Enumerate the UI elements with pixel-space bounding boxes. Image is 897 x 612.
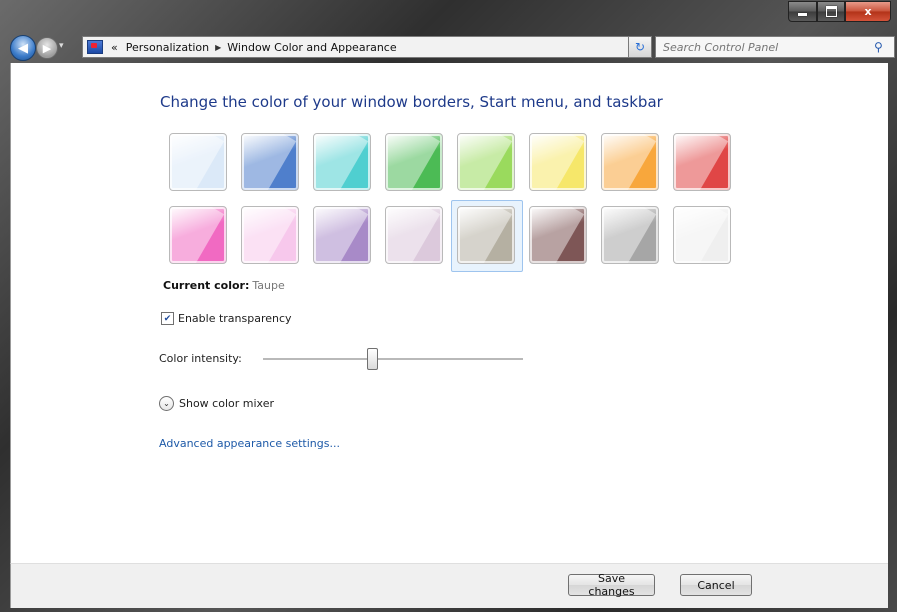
color-swatch[interactable] — [673, 206, 745, 278]
swatch-color[interactable] — [385, 133, 443, 191]
show-color-mixer-toggle[interactable]: ⌄ Show color mixer — [159, 396, 274, 411]
maximize-button[interactable] — [817, 1, 845, 22]
navigation-bar: ◀ ▶ ▾ « Personalization ▶ Window Color a… — [0, 32, 897, 62]
intensity-label: Color intensity: — [159, 352, 242, 365]
footer-bar: Save changes Cancel — [10, 563, 888, 608]
swatch-color[interactable] — [457, 133, 515, 191]
swatch-color[interactable] — [673, 206, 731, 264]
swatch-color[interactable] — [241, 133, 299, 191]
minimize-button[interactable] — [788, 1, 817, 22]
breadcrumb-separator-icon[interactable]: ▶ — [215, 43, 221, 52]
swatch-color[interactable] — [601, 133, 659, 191]
swatch-color[interactable] — [529, 133, 587, 191]
swatch-color[interactable] — [313, 133, 371, 191]
swatch-row — [169, 200, 745, 278]
breadcrumb-personalization[interactable]: Personalization — [126, 41, 209, 54]
checkmark-icon: ✔ — [163, 313, 172, 324]
breadcrumb-overflow[interactable]: « — [111, 41, 118, 54]
back-button[interactable]: ◀ — [10, 35, 36, 61]
control-panel-icon — [87, 40, 103, 54]
advanced-appearance-link[interactable]: Advanced appearance settings... — [159, 437, 340, 450]
search-box[interactable]: ⚲ — [655, 36, 895, 58]
swatch-color[interactable] — [241, 206, 299, 264]
recent-pages-dropdown-icon[interactable]: ▾ — [59, 41, 64, 51]
window-frame: x ◀ ▶ ▾ « Personalization ▶ Window Color… — [0, 0, 897, 612]
swatch-color[interactable] — [169, 206, 227, 264]
minimize-icon — [798, 13, 807, 16]
maximize-icon — [825, 6, 837, 17]
chevron-glyph: ⌄ — [163, 399, 170, 408]
color-swatch[interactable] — [601, 133, 673, 205]
save-changes-button[interactable]: Save changes — [568, 572, 655, 598]
intensity-slider-track[interactable] — [263, 358, 523, 361]
breadcrumb-window-color[interactable]: Window Color and Appearance — [227, 41, 396, 54]
cancel-button[interactable]: Cancel — [680, 574, 752, 596]
color-swatch[interactable] — [673, 133, 745, 205]
color-swatch[interactable] — [169, 206, 241, 278]
color-swatch[interactable] — [385, 206, 457, 278]
swatch-color[interactable] — [169, 133, 227, 191]
forward-arrow-icon: ▶ — [42, 41, 52, 55]
page-title: Change the color of your window borders,… — [160, 93, 663, 111]
close-icon: x — [864, 5, 872, 18]
caption-buttons: x — [788, 1, 891, 22]
swatch-color[interactable] — [313, 206, 371, 264]
swatch-color[interactable] — [601, 206, 659, 264]
color-swatch[interactable] — [313, 133, 385, 205]
refresh-icon: ↻ — [634, 40, 646, 54]
address-bar[interactable]: « Personalization ▶ Window Color and App… — [82, 36, 650, 58]
show-color-mixer-label[interactable]: Show color mixer — [179, 397, 274, 410]
current-color-value: Taupe — [252, 279, 285, 292]
forward-button[interactable]: ▶ — [36, 37, 58, 59]
current-color: Current color: Taupe — [163, 279, 285, 292]
intensity-slider-thumb[interactable] — [367, 348, 378, 370]
swatch-color[interactable] — [385, 206, 443, 264]
search-input[interactable] — [656, 39, 870, 55]
search-icon[interactable]: ⚲ — [874, 40, 883, 54]
swatch-row — [169, 133, 745, 205]
color-swatch[interactable] — [385, 133, 457, 205]
swatch-color[interactable] — [673, 133, 731, 191]
color-swatch[interactable] — [169, 133, 241, 205]
color-swatch[interactable] — [457, 133, 529, 205]
close-button[interactable]: x — [845, 1, 891, 22]
transparency-option[interactable]: ✔ Enable transparency — [161, 312, 292, 325]
current-color-label: Current color: — [163, 279, 250, 292]
chevron-down-icon[interactable]: ⌄ — [159, 396, 174, 411]
color-swatch[interactable] — [529, 133, 601, 205]
swatch-color[interactable] — [529, 206, 587, 264]
color-swatch[interactable] — [313, 206, 385, 278]
transparency-checkbox[interactable]: ✔ — [161, 312, 174, 325]
back-arrow-icon: ◀ — [18, 40, 28, 56]
color-swatch[interactable] — [241, 133, 313, 205]
color-swatch[interactable] — [529, 206, 601, 278]
content-pane: Change the color of your window borders,… — [10, 63, 888, 563]
refresh-button[interactable]: ↻ — [628, 36, 652, 58]
color-swatch[interactable] — [451, 200, 529, 278]
color-swatch[interactable] — [601, 206, 673, 278]
color-swatch[interactable] — [241, 206, 313, 278]
transparency-label[interactable]: Enable transparency — [178, 312, 292, 325]
swatch-color[interactable] — [457, 206, 515, 264]
